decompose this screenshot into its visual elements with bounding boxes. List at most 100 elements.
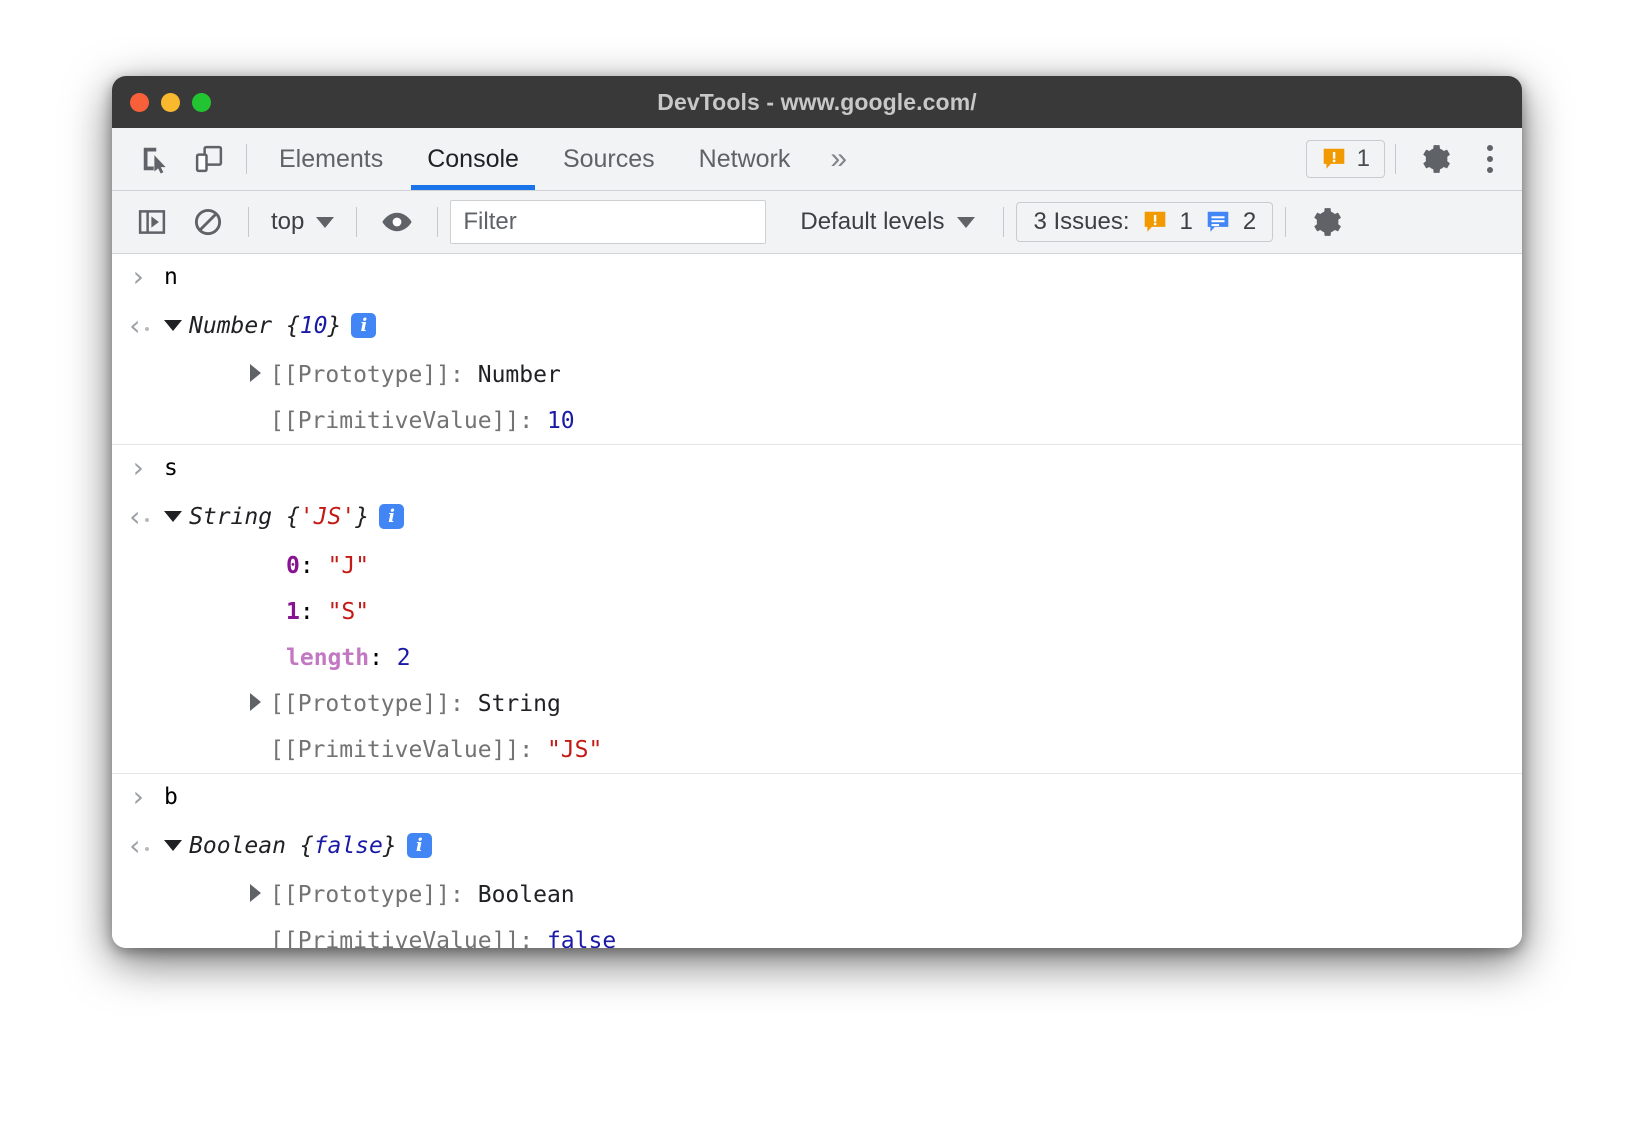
live-expression-eye-icon (380, 205, 414, 239)
console-settings-button[interactable] (1298, 191, 1354, 253)
property-value: 10 (547, 408, 575, 434)
object-preview-value: 'JS' (300, 504, 355, 530)
property-content: 0: "J" (164, 547, 1522, 585)
console-toolbar-divider-2 (356, 207, 357, 237)
object-brace-close: } (355, 504, 369, 530)
object-brace-open: { (300, 833, 314, 859)
property-value: "JS" (547, 737, 602, 763)
property-key: [[PrimitiveValue]] (270, 408, 519, 434)
disclosure-triangle-open-icon[interactable] (164, 511, 182, 522)
inspect-element-button[interactable] (128, 128, 182, 190)
disclosure-triangle-closed-icon[interactable] (250, 884, 261, 902)
kebab-menu-icon-dot2 (1487, 156, 1493, 162)
object-brace-close: } (383, 833, 397, 859)
devtools-more-menu-button[interactable] (1464, 128, 1516, 190)
property-separator: : (450, 691, 478, 717)
object-brace-open: { (286, 313, 300, 339)
property-content: [[PrimitiveValue]]: 10 (164, 402, 1522, 440)
property-key: [[PrimitiveValue]] (270, 737, 519, 763)
object-property-row[interactable]: [[Prototype]]: Number (112, 352, 1522, 398)
property-value: "J" (328, 553, 370, 579)
input-chevron-icon (112, 258, 164, 299)
close-button[interactable] (130, 93, 149, 112)
info-bubble-icon (1205, 209, 1231, 235)
tab-elements[interactable]: Elements (257, 128, 405, 190)
object-type-label: Number (189, 313, 286, 339)
kebab-menu-icon (1487, 145, 1493, 151)
tab-network[interactable]: Network (677, 128, 813, 190)
disclosure-triangle-closed-icon[interactable] (250, 364, 261, 382)
property-value: String (478, 691, 561, 717)
object-property-row: [[PrimitiveValue]]: 10 (112, 398, 1522, 444)
issues-warning-count: 1 (1180, 208, 1193, 236)
console-group-number: n Number {10} i [[Prototype]]: Number (112, 254, 1522, 445)
devtools-settings-button[interactable] (1406, 128, 1464, 190)
issues-badge[interactable]: 3 Issues: 1 2 (1016, 202, 1273, 242)
maximize-button[interactable] (192, 93, 211, 112)
log-levels-selector[interactable]: Default levels (784, 208, 991, 236)
warning-count: 1 (1357, 145, 1370, 173)
gear-icon (1310, 206, 1342, 238)
disclosure-triangle-open-icon[interactable] (164, 320, 182, 331)
console-toolbar-divider-4 (1003, 207, 1004, 237)
console-input-row[interactable]: b (112, 774, 1522, 823)
window-controls (130, 93, 211, 112)
execution-context-selector[interactable]: top (261, 208, 344, 236)
execution-context-label: top (271, 208, 304, 236)
disclosure-triangle-closed-icon[interactable] (250, 693, 261, 711)
issues-label: 3 Issues: (1033, 208, 1129, 236)
live-expression-button[interactable] (369, 191, 425, 253)
info-badge-icon[interactable]: i (379, 504, 404, 529)
console-input-text: b (164, 778, 1522, 816)
object-property-row[interactable]: [[Prototype]]: String (112, 681, 1522, 727)
object-property-row: length: 2 (112, 635, 1522, 681)
object-type-label: Boolean (189, 833, 300, 859)
disclosure-triangle-open-icon[interactable] (164, 840, 182, 851)
property-key: 0 (286, 553, 300, 579)
info-badge-icon[interactable]: i (351, 313, 376, 338)
device-toolbar-icon (194, 144, 224, 174)
log-levels-label: Default levels (800, 208, 944, 236)
tab-console[interactable]: Console (405, 128, 541, 190)
device-toolbar-button[interactable] (182, 128, 236, 190)
tabbar-divider-2 (1395, 144, 1396, 174)
console-output-row: String {'JS'}i (112, 494, 1522, 543)
property-separator: : (450, 882, 478, 908)
output-chevron-icon (112, 827, 164, 868)
object-preview[interactable]: Number {10}i (164, 307, 1522, 345)
console-toolbar: top Default levels 3 Issues: (112, 191, 1522, 254)
console-input-row[interactable]: s (112, 445, 1522, 494)
tab-sources[interactable]: Sources (541, 128, 677, 190)
output-chevron-icon (112, 498, 164, 539)
property-content: [[Prototype]]: String (164, 685, 1522, 723)
console-input-row[interactable]: n (112, 254, 1522, 303)
object-property-row: [[PrimitiveValue]]: "JS" (112, 727, 1522, 773)
tabbar-spacer (865, 128, 1306, 190)
object-property-row[interactable]: [[Prototype]]: Boolean (112, 872, 1522, 918)
tab-console-label: Console (427, 145, 519, 174)
clear-console-icon (193, 207, 223, 237)
property-content: [[Prototype]]: Boolean (164, 876, 1522, 914)
minimize-button[interactable] (161, 93, 180, 112)
console-sidebar-toggle[interactable] (124, 191, 180, 253)
object-property-row: 0: "J" (112, 543, 1522, 589)
console-output-row: Number {10}i (112, 303, 1522, 352)
property-value: false (547, 928, 616, 948)
filter-input[interactable] (450, 200, 766, 244)
info-badge-icon[interactable]: i (407, 833, 432, 858)
object-preview[interactable]: Boolean {false}i (164, 827, 1522, 865)
chevron-double-right-icon: » (830, 144, 847, 174)
clear-console-button[interactable] (180, 191, 236, 253)
devtools-tabbar: Elements Console Sources Network » (112, 128, 1522, 191)
output-chevron-icon (112, 307, 164, 348)
console-group-string: s String {'JS'}i 0: "J" (112, 445, 1522, 774)
tab-network-label: Network (699, 145, 791, 174)
property-key: [[Prototype]] (270, 362, 450, 388)
chevron-down-icon (957, 217, 975, 228)
screen: DevTools - www.google.com/ Elements (0, 0, 1634, 1130)
object-preview[interactable]: String {'JS'}i (164, 498, 1522, 536)
warning-count-badge[interactable]: 1 (1306, 140, 1385, 178)
object-brace-close: } (328, 313, 342, 339)
more-tabs-button[interactable]: » (812, 128, 865, 190)
property-content: 1: "S" (164, 593, 1522, 631)
